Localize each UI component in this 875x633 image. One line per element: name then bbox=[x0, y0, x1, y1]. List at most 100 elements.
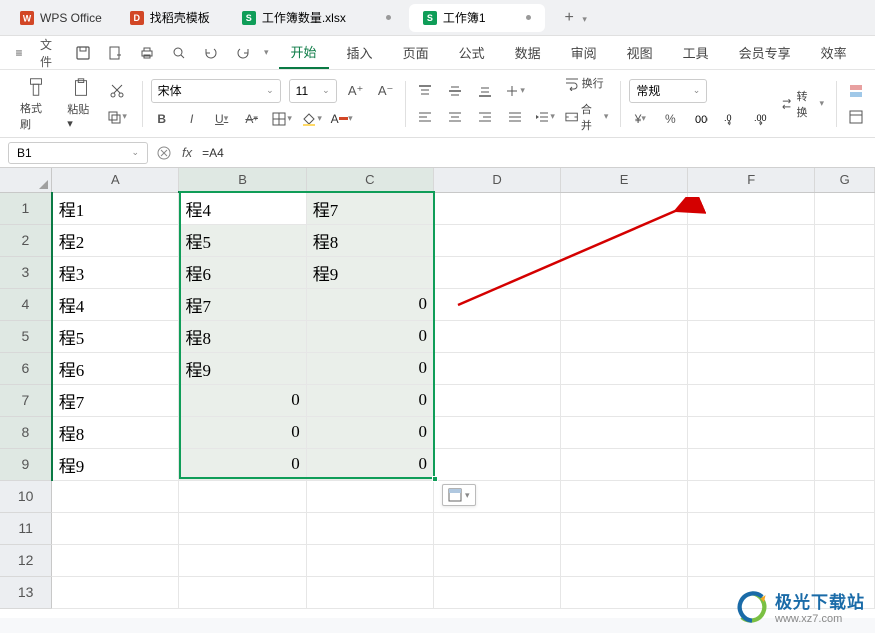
cell-D8[interactable] bbox=[433, 416, 560, 448]
doc-tab-workbook1[interactable]: S 工作簿1 bbox=[409, 4, 545, 32]
cell-A5[interactable]: 程5 bbox=[52, 320, 179, 352]
cell-B6[interactable]: 程9 bbox=[179, 352, 306, 384]
fill-handle[interactable] bbox=[432, 476, 438, 482]
col-header-C[interactable]: C bbox=[306, 168, 433, 192]
cell-G3[interactable] bbox=[815, 256, 875, 288]
col-header-F[interactable]: F bbox=[688, 168, 815, 192]
doc-tab-template[interactable]: D 找稻壳模板 bbox=[116, 4, 224, 32]
paste-button[interactable]: 粘贴 ▾ bbox=[61, 75, 101, 132]
preview-icon[interactable] bbox=[168, 42, 190, 64]
tab-insert[interactable]: 插入 bbox=[335, 37, 385, 68]
select-all-corner[interactable] bbox=[0, 168, 52, 192]
cell-F2[interactable] bbox=[688, 224, 815, 256]
format-brush-button[interactable]: 格式刷 bbox=[14, 74, 57, 134]
align-left-button[interactable] bbox=[414, 107, 436, 127]
cell-B11[interactable] bbox=[179, 512, 306, 544]
cell-F10[interactable] bbox=[688, 480, 815, 512]
col-header-A[interactable]: A bbox=[52, 168, 179, 192]
convert-button[interactable]: 转换 ▾ bbox=[775, 86, 828, 122]
cell-C8[interactable]: 0 bbox=[306, 416, 433, 448]
cell-B3[interactable]: 程6 bbox=[179, 256, 306, 288]
cell-F6[interactable] bbox=[688, 352, 815, 384]
fill-color-button[interactable]: ▾ bbox=[301, 109, 323, 129]
chevron-down-icon[interactable]: ▾ bbox=[264, 47, 269, 58]
cell-G12[interactable] bbox=[815, 544, 875, 576]
row-header-7[interactable]: 7 bbox=[0, 384, 52, 416]
row-header-1[interactable]: 1 bbox=[0, 192, 52, 224]
cell-E11[interactable] bbox=[561, 512, 688, 544]
cell-A6[interactable]: 程6 bbox=[52, 352, 179, 384]
cell-E6[interactable] bbox=[561, 352, 688, 384]
cell-E1[interactable] bbox=[561, 192, 688, 224]
font-size-select[interactable]: 11⌄ bbox=[289, 79, 337, 103]
col-header-D[interactable]: D bbox=[433, 168, 560, 192]
cell-B4[interactable]: 程7 bbox=[179, 288, 306, 320]
cell-E7[interactable] bbox=[561, 384, 688, 416]
redo-icon[interactable] bbox=[232, 42, 254, 64]
number-format-select[interactable]: 常规⌄ bbox=[629, 79, 707, 103]
cell-C1[interactable]: 程7 bbox=[306, 192, 433, 224]
row-header-5[interactable]: 5 bbox=[0, 320, 52, 352]
cell-E10[interactable] bbox=[561, 480, 688, 512]
cancel-icon[interactable] bbox=[156, 145, 172, 161]
cell-B7[interactable]: 0 bbox=[179, 384, 306, 416]
wrap-button[interactable]: 换行 bbox=[560, 73, 613, 93]
align-middle-button[interactable] bbox=[444, 81, 466, 101]
font-name-select[interactable]: 宋体⌄ bbox=[151, 79, 281, 103]
cell-C10[interactable] bbox=[306, 480, 433, 512]
cell-F12[interactable] bbox=[688, 544, 815, 576]
cell-C5[interactable]: 0 bbox=[306, 320, 433, 352]
cell-G5[interactable] bbox=[815, 320, 875, 352]
cell-G4[interactable] bbox=[815, 288, 875, 320]
cell-E9[interactable] bbox=[561, 448, 688, 480]
italic-button[interactable]: I bbox=[181, 109, 203, 129]
orientation-button[interactable]: ▾ bbox=[504, 81, 526, 101]
cell-B2[interactable]: 程5 bbox=[179, 224, 306, 256]
comma-button[interactable]: 000 bbox=[689, 109, 711, 129]
cell-G1[interactable] bbox=[815, 192, 875, 224]
cell-D7[interactable] bbox=[433, 384, 560, 416]
cell-G11[interactable] bbox=[815, 512, 875, 544]
cell-B10[interactable] bbox=[179, 480, 306, 512]
row-header-3[interactable]: 3 bbox=[0, 256, 52, 288]
cell-A11[interactable] bbox=[52, 512, 179, 544]
cell-D13[interactable] bbox=[433, 576, 560, 608]
indent-button[interactable]: ▾ bbox=[534, 107, 556, 127]
menu-icon[interactable]: ≡ bbox=[8, 42, 30, 64]
cell-A3[interactable]: 程3 bbox=[52, 256, 179, 288]
cell-D2[interactable] bbox=[433, 224, 560, 256]
app-tab-wps[interactable]: W WPS Office bbox=[8, 3, 114, 33]
align-top-button[interactable] bbox=[414, 81, 436, 101]
tab-tools[interactable]: 工具 bbox=[671, 37, 721, 68]
add-tab-button[interactable]: + ▾ bbox=[557, 9, 595, 27]
cell-F4[interactable] bbox=[688, 288, 815, 320]
col-header-E[interactable]: E bbox=[561, 168, 688, 192]
tab-review[interactable]: 审阅 bbox=[559, 37, 609, 68]
cell-B9[interactable]: 0 bbox=[179, 448, 306, 480]
align-bottom-button[interactable] bbox=[474, 81, 496, 101]
row-header-11[interactable]: 11 bbox=[0, 512, 52, 544]
print-icon[interactable] bbox=[136, 42, 158, 64]
tab-page[interactable]: 页面 bbox=[391, 37, 441, 68]
row-header-13[interactable]: 13 bbox=[0, 576, 52, 608]
col-header-B[interactable]: B bbox=[179, 168, 306, 192]
tab-start[interactable]: 开始 bbox=[279, 36, 329, 69]
cell-G8[interactable] bbox=[815, 416, 875, 448]
cell-C3[interactable]: 程9 bbox=[306, 256, 433, 288]
row-header-6[interactable]: 6 bbox=[0, 352, 52, 384]
cell-G9[interactable] bbox=[815, 448, 875, 480]
cell-G7[interactable] bbox=[815, 384, 875, 416]
cell-F7[interactable] bbox=[688, 384, 815, 416]
currency-button[interactable]: ¥ ▾ bbox=[629, 109, 651, 129]
cell-E3[interactable] bbox=[561, 256, 688, 288]
cell-E8[interactable] bbox=[561, 416, 688, 448]
cell-A8[interactable]: 程8 bbox=[52, 416, 179, 448]
cell-D4[interactable] bbox=[433, 288, 560, 320]
cell-D1[interactable] bbox=[433, 192, 560, 224]
col-header-G[interactable]: G bbox=[815, 168, 875, 192]
increase-decimal-button[interactable]: .00 bbox=[749, 109, 771, 129]
tab-efficiency[interactable]: 效率 bbox=[809, 37, 859, 68]
cell-A4[interactable]: 程4 bbox=[52, 288, 179, 320]
cell-G6[interactable] bbox=[815, 352, 875, 384]
row-header-9[interactable]: 9 bbox=[0, 448, 52, 480]
